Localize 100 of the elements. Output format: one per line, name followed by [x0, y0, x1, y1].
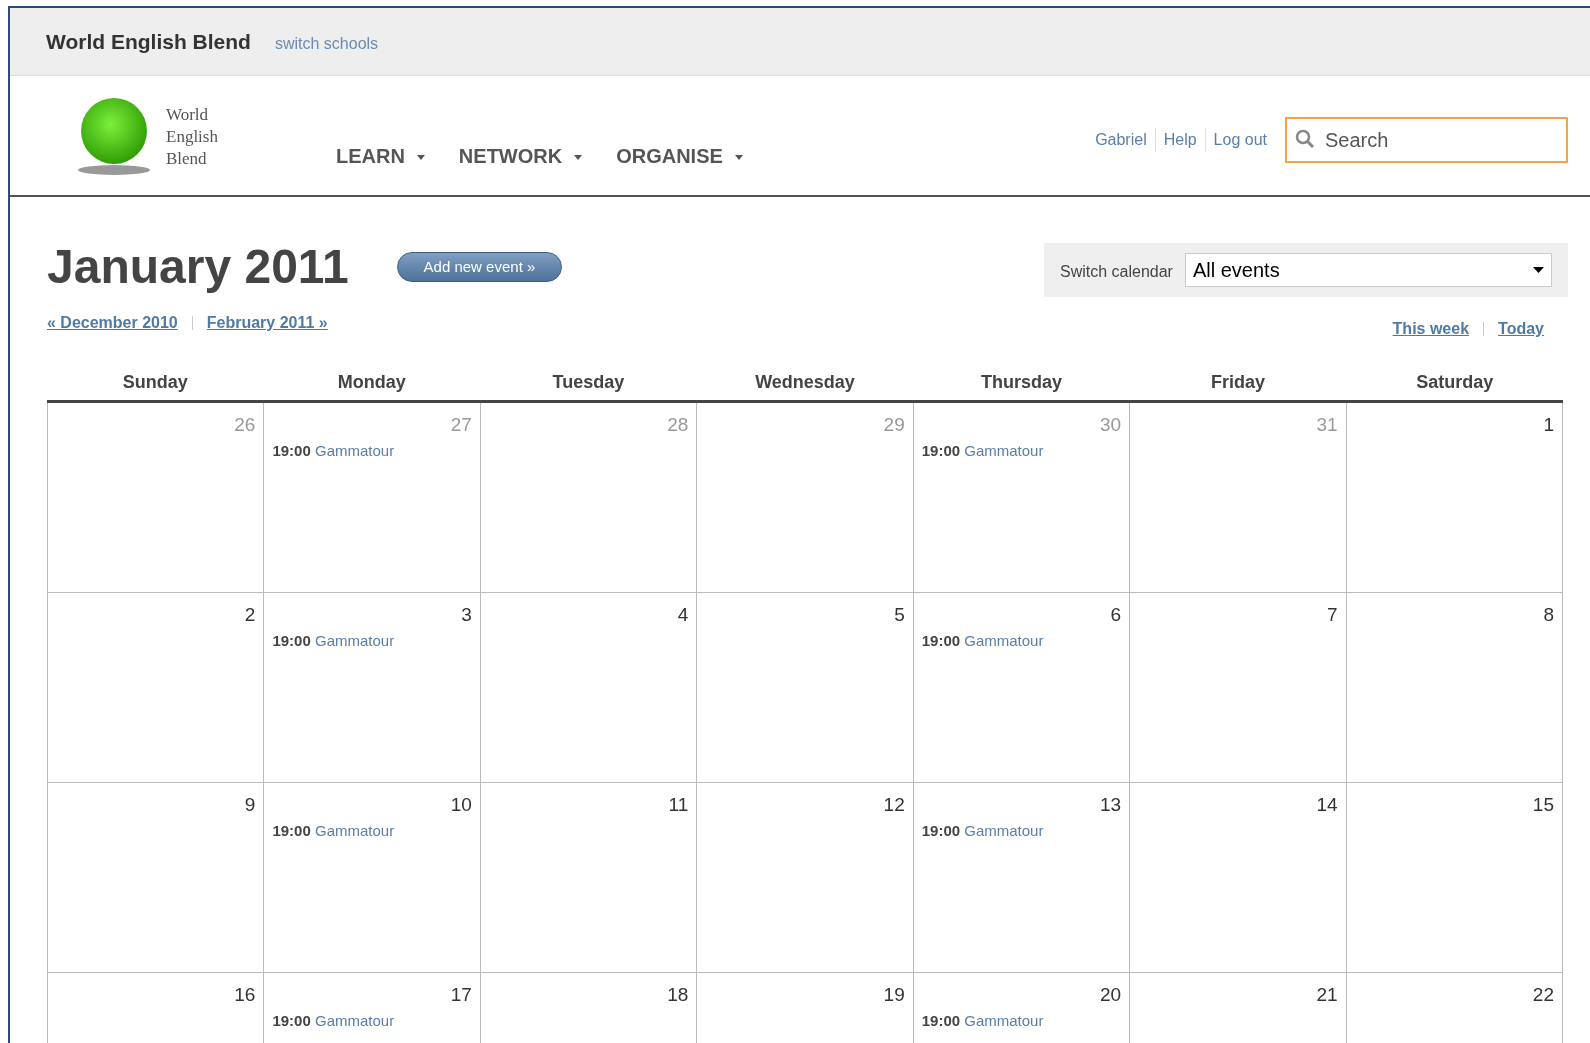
day-number: 9 — [244, 793, 256, 817]
day-number: 28 — [667, 413, 689, 437]
event-time: 19:00 — [272, 821, 311, 839]
search-field[interactable]: Search — [1285, 117, 1568, 163]
day-cell[interactable]: 4 — [480, 593, 698, 783]
day-cell[interactable]: 12 — [697, 783, 914, 973]
event-time: 19:00 — [921, 441, 961, 459]
day-number: 27 — [450, 413, 472, 437]
day-cell[interactable]: 16 — [48, 973, 265, 1043]
day-number: 10 — [450, 793, 472, 817]
day-cell[interactable]: 3 19:00 Gammatour — [264, 593, 481, 783]
day-number: 31 — [1316, 413, 1338, 437]
day-cell[interactable]: 17 19:00 Gammatour — [264, 973, 481, 1043]
day-cell[interactable]: 5 — [697, 593, 914, 783]
day-cell[interactable]: 18 — [480, 973, 698, 1043]
next-month-link[interactable]: February 2011 » — [206, 311, 328, 335]
event-title: Gammatour — [314, 1011, 395, 1029]
event-title: Gammatour — [964, 1011, 1044, 1029]
calendar-event[interactable]: 19:00 Gammatour — [272, 1009, 472, 1032]
weekday-header: Saturday — [1416, 372, 1494, 392]
day-cell[interactable]: 22 — [1346, 973, 1563, 1043]
day-cell[interactable]: 14 — [1130, 783, 1347, 973]
dropdown-caret-icon — [1533, 267, 1544, 273]
event-title: Gammatour — [314, 441, 395, 459]
user-link[interactable]: Help — [1154, 128, 1205, 152]
calendar-event[interactable]: 19:00 Gammatour — [921, 629, 1122, 652]
day-number: 22 — [1532, 983, 1554, 1007]
calendar-event[interactable]: 19:00 Gammatour — [921, 819, 1122, 842]
event-time: 19:00 — [921, 631, 961, 649]
calendar-event[interactable]: 19:00 Gammatour — [272, 819, 472, 842]
day-number: 5 — [894, 603, 905, 627]
day-number: 8 — [1543, 603, 1554, 627]
day-number: 19 — [883, 983, 905, 1007]
calendar-event[interactable]: 19:00 Gammatour — [921, 1009, 1122, 1032]
quick-nav-link[interactable]: Today — [1498, 317, 1544, 341]
weekday-header: Tuesday — [552, 372, 625, 392]
nav-menu-button[interactable]: LEARN — [335, 141, 425, 171]
day-number: 14 — [1316, 793, 1338, 817]
day-cell[interactable]: 6 19:00 Gammatour — [913, 593, 1131, 783]
day-cell[interactable]: 2 — [48, 593, 265, 783]
day-number: 20 — [1100, 983, 1122, 1007]
weekday-header: Friday — [1211, 372, 1266, 392]
day-number: 30 — [1100, 413, 1122, 437]
school-name: World English Blend — [46, 28, 251, 55]
month-title: January 2011 — [47, 243, 349, 291]
caret-icon — [734, 154, 743, 160]
day-cell[interactable]: 30 19:00 Gammatour — [913, 403, 1131, 593]
day-cell[interactable]: 19 — [697, 973, 914, 1043]
calendar-event[interactable]: 19:00 Gammatour — [272, 629, 472, 652]
weekday-header: Sunday — [122, 372, 188, 392]
user-link[interactable]: Gabriel — [1087, 128, 1155, 152]
logo[interactable]: World English Blend — [74, 97, 218, 177]
weekday-header: Thursday — [981, 372, 1063, 392]
previous-month-link[interactable]: « December 2010 — [47, 311, 178, 335]
event-title: Gammatour — [964, 441, 1044, 459]
day-cell[interactable]: 10 19:00 Gammatour — [264, 783, 481, 973]
calendar-dropdown[interactable]: All events — [1184, 253, 1552, 287]
calendar-event[interactable]: 19:00 Gammatour — [272, 439, 472, 462]
search-icon — [1295, 129, 1315, 149]
day-number: 18 — [667, 983, 689, 1007]
event-title: Gammatour — [964, 631, 1044, 649]
day-number: 21 — [1316, 983, 1338, 1007]
weekday-header: Wednesday — [755, 372, 855, 392]
calendar-event[interactable]: 19:00 Gammatour — [921, 439, 1122, 462]
day-number: 16 — [234, 983, 256, 1007]
day-number: 6 — [1110, 603, 1122, 627]
event-time: 19:00 — [272, 1011, 311, 1029]
day-cell[interactable]: 20 19:00 Gammatour — [913, 973, 1131, 1043]
day-cell[interactable]: 15 — [1346, 783, 1563, 973]
day-cell[interactable]: 9 — [48, 783, 265, 973]
event-time: 19:00 — [272, 631, 311, 649]
day-cell[interactable]: 27 19:00 Gammatour — [264, 403, 481, 593]
day-number: 12 — [883, 793, 905, 817]
day-cell[interactable]: 21 — [1130, 973, 1347, 1043]
nav-menu-button[interactable]: NETWORK — [458, 141, 583, 171]
day-cell[interactable]: 13 19:00 Gammatour — [913, 783, 1131, 973]
event-title: Gammatour — [964, 821, 1044, 839]
event-time: 19:00 — [921, 1011, 961, 1029]
day-number: 4 — [677, 603, 689, 627]
switch-calendar-label: Switch calendar — [1060, 262, 1173, 282]
user-link[interactable]: Log out — [1204, 128, 1275, 152]
weekday-header: Monday — [337, 372, 406, 392]
day-number: 3 — [461, 603, 472, 627]
day-cell[interactable]: 1 — [1346, 403, 1563, 593]
day-cell[interactable]: 8 — [1346, 593, 1563, 783]
day-number: 26 — [234, 413, 256, 437]
day-number: 29 — [883, 413, 905, 437]
quick-nav-link[interactable]: This week — [1392, 317, 1470, 341]
day-number: 11 — [668, 793, 689, 817]
day-number: 13 — [1100, 793, 1122, 817]
day-cell[interactable]: 11 — [480, 783, 698, 973]
caret-icon — [416, 154, 425, 160]
event-time: 19:00 — [272, 441, 311, 459]
day-cell[interactable]: 7 — [1130, 593, 1347, 783]
event-time: 19:00 — [921, 821, 961, 839]
nav-menu-button[interactable]: ORGANISE — [616, 141, 743, 171]
day-number: 2 — [244, 603, 256, 627]
event-title: Gammatour — [314, 631, 395, 649]
add-event-button[interactable]: Add new event » — [396, 252, 563, 282]
logo-text: World English Blend — [166, 104, 218, 170]
